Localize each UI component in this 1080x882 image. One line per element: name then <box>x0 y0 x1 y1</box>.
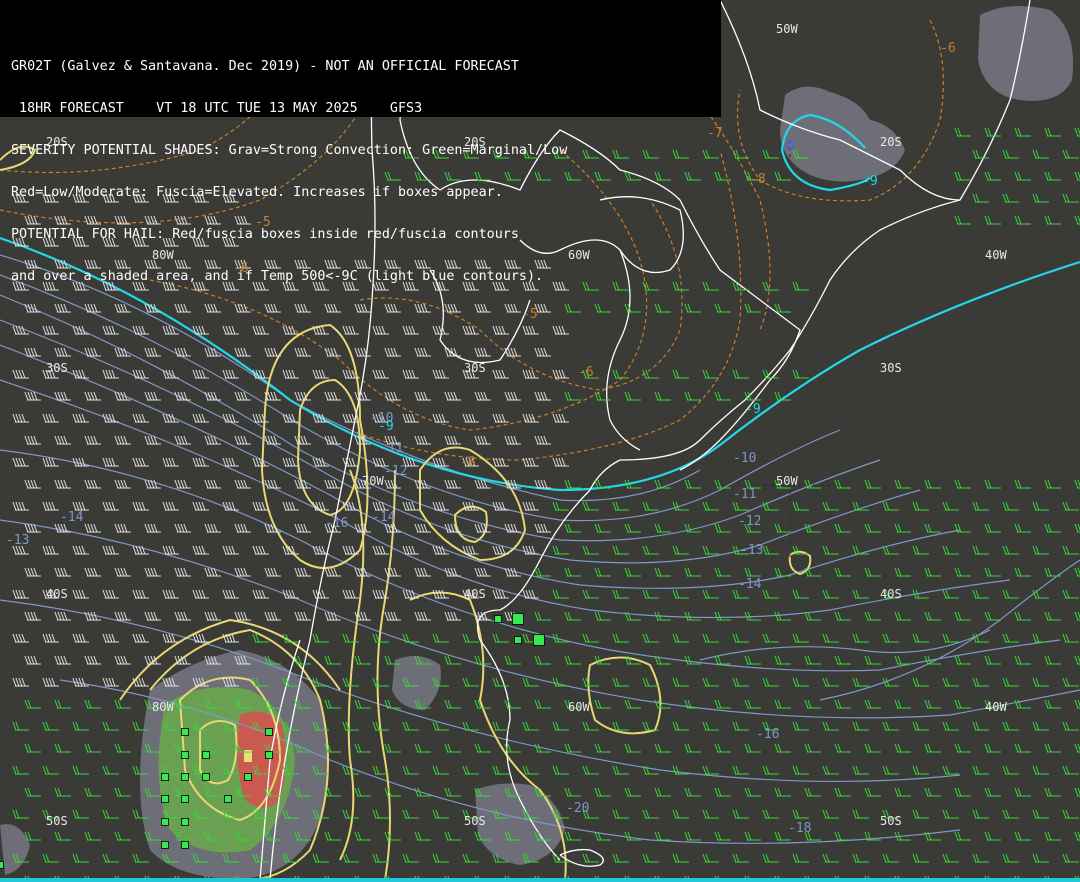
temp-label: -12 <box>384 464 407 479</box>
lon-label: 60W <box>568 700 590 714</box>
temp-label: -16 <box>325 516 348 531</box>
severity-box <box>181 795 189 803</box>
temp-label: -9 <box>862 174 878 189</box>
severity-box <box>533 634 545 646</box>
temp-label: -14 <box>738 577 762 592</box>
temp-label: -14 <box>60 510 84 525</box>
temp-label: -10 <box>370 411 393 426</box>
header-line: 18HR FORECAST VT 18 UTC TUE 13 MAY 2025 … <box>11 102 423 116</box>
temp-label: -5 <box>522 307 538 322</box>
severity-box <box>181 728 189 736</box>
temp-label: -20 <box>566 801 589 816</box>
temp-label: -13 <box>740 543 763 558</box>
lat-label: 50S <box>46 814 68 828</box>
severity-box <box>181 773 189 781</box>
severity-box <box>0 861 4 869</box>
temp-label: -8 <box>460 455 476 470</box>
lat-label: 40S <box>464 587 486 601</box>
severity-box <box>224 795 232 803</box>
temp-label: -12 <box>738 514 761 529</box>
lon-label: 50W <box>776 22 798 36</box>
temp-label: -6 <box>940 41 956 56</box>
severity-box <box>161 773 169 781</box>
temp-label: -11 <box>380 441 403 456</box>
severity-box <box>512 613 524 625</box>
severity-box <box>161 795 169 803</box>
severity-box <box>181 751 189 759</box>
severity-box <box>265 728 273 736</box>
lat-label: 50S <box>880 814 902 828</box>
temp-label: -6 <box>578 365 594 380</box>
temp-label: -18 <box>788 821 811 836</box>
severity-box <box>181 841 189 849</box>
lat-label: 30S <box>46 361 68 375</box>
temp-label: -13 <box>6 533 29 548</box>
lon-label: 40W <box>985 700 1007 714</box>
severity-box <box>161 818 169 826</box>
lat-label: 20S <box>880 135 902 149</box>
forecast-header: GR02T (Galvez & Santavana. Dec 2019) - N… <box>0 0 721 284</box>
temp-label: -11 <box>733 487 756 502</box>
header-line: POTENTIAL FOR HAIL: Red/fuscia boxes ins… <box>11 228 519 242</box>
lat-label: 50S <box>464 814 486 828</box>
severity-box <box>265 751 273 759</box>
header-line: GR02T (Galvez & Santavana. Dec 2019) - N… <box>11 60 519 74</box>
header-line: Red=Low/Moderate: Fuscia=Elevated. Incre… <box>11 186 503 200</box>
lon-label: 70W <box>362 474 384 488</box>
lat-label: 30S <box>880 361 902 375</box>
lat-label: 30S <box>464 361 486 375</box>
severity-box <box>514 636 522 644</box>
temp-label: -8 <box>750 172 766 187</box>
header-line: and over a shaded area, and if Temp 500<… <box>11 270 544 284</box>
bottom-bar <box>0 878 1080 882</box>
severity-box <box>202 751 210 759</box>
severity-box <box>181 818 189 826</box>
severity-box <box>494 615 502 623</box>
temp-label: -9 <box>745 402 761 417</box>
lon-label: 80W <box>152 700 174 714</box>
severity-box <box>161 841 169 849</box>
lat-label: 40S <box>880 587 902 601</box>
lon-label: 50W <box>776 474 798 488</box>
lon-label: 40W <box>985 248 1007 262</box>
header-line: SEVERITY POTENTIAL SHADES: Grav=Strong C… <box>11 144 568 158</box>
temp-label: -14 <box>372 510 396 525</box>
severity-box <box>244 773 252 781</box>
lat-label: 40S <box>46 587 68 601</box>
severity-box <box>202 773 210 781</box>
temp-label: -10 <box>733 451 756 466</box>
temp-label: -16 <box>756 727 779 742</box>
